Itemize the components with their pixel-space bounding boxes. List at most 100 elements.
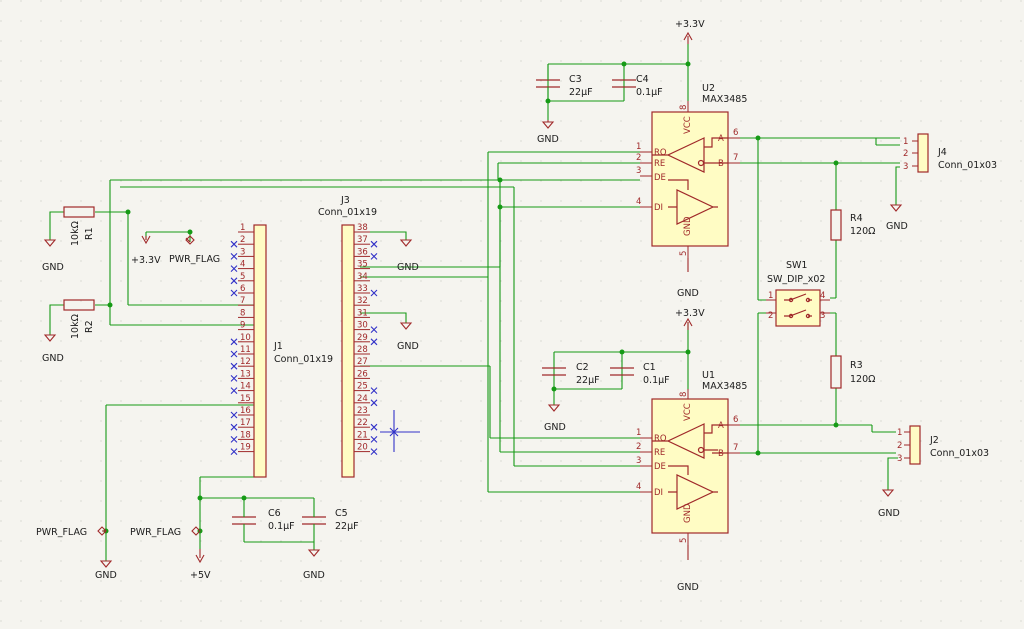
u2-pinnum-3: 3 [636, 166, 641, 176]
u2-pinnum-4: 4 [636, 197, 641, 207]
r2-ref: R2 [84, 320, 95, 333]
j1-pin-number: 3 [240, 247, 245, 257]
j3-pin-number: 29 [357, 333, 368, 343]
j1-pin-number: 5 [240, 272, 245, 282]
j2-ref: J2 [929, 435, 939, 446]
r3-value: 120Ω [850, 374, 875, 385]
j1-pin-number: 17 [240, 418, 251, 428]
j3-pin-number: 20 [357, 443, 368, 453]
j3-pin-number: 36 [357, 247, 368, 257]
svg-text:+3.3V: +3.3V [675, 19, 705, 30]
j3-pin-number: 31 [357, 308, 368, 318]
j1-pin-number: 10 [240, 333, 251, 343]
j3-pin-number: 33 [357, 284, 368, 294]
j3-pin-number: 30 [357, 321, 368, 331]
j1-pin-number: 14 [240, 382, 251, 392]
j4-pin-1: 1 [903, 137, 908, 147]
j3-pin-number: 38 [357, 223, 368, 233]
u1-pin-re: RE [654, 448, 665, 458]
u1-pin-ro: RO [654, 434, 667, 444]
j3-pin-number: 21 [357, 430, 368, 440]
j2-pin-3: 3 [897, 454, 902, 464]
svg-text:GND: GND [397, 262, 419, 273]
svg-text:GND: GND [42, 262, 64, 273]
c4-value: 0.1µF [636, 87, 663, 98]
u2-pin-re: RE [654, 159, 665, 169]
u1-pin-de: DE [654, 462, 666, 472]
svg-text:PWR_FLAG: PWR_FLAG [130, 527, 181, 538]
j4-value: Conn_01x03 [938, 160, 997, 171]
j1-pin-number: 15 [240, 394, 251, 404]
c4-ref: C4 [636, 74, 649, 85]
u2-value: MAX3485 [702, 94, 747, 105]
j3-ref: J3 [340, 195, 350, 206]
r4-ref: R4 [850, 213, 863, 224]
schematic-sheet: U2 MAX3485 RO RE DE DI A B VCC GND 1 2 3… [0, 0, 1024, 629]
u1-pin-b: B [718, 449, 724, 459]
u1-pinnum-1: 1 [636, 428, 641, 438]
svg-text:+3.3V: +3.3V [675, 308, 705, 319]
j1-pin-number: 4 [240, 260, 245, 270]
c3-ref: C3 [569, 74, 582, 85]
u1-value: MAX3485 [702, 381, 747, 392]
u2-pin-di: DI [654, 203, 663, 213]
u1-pinnum-7: 7 [733, 443, 738, 453]
sw1-pin-1: 1 [768, 291, 773, 301]
u1-pin-di: DI [654, 488, 663, 498]
j1-pin-number: 13 [240, 369, 251, 379]
svg-text:+5V: +5V [190, 570, 211, 581]
u1-pinnum-4: 4 [636, 482, 641, 492]
c5-value: 22µF [335, 521, 359, 532]
u2-pin-vcc: VCC [683, 116, 693, 134]
c6-ref: C6 [268, 508, 281, 519]
j3-pin-number: 22 [357, 418, 368, 428]
c6-value: 0.1µF [268, 521, 295, 532]
j3-pin-number: 27 [357, 357, 368, 367]
r1-ref: R1 [84, 227, 95, 240]
j1-value: Conn_01x19 [274, 354, 333, 365]
c2-ref: C2 [576, 362, 589, 373]
j4-pin-2: 2 [903, 149, 908, 159]
sw1-pin-4: 4 [820, 291, 825, 301]
j1-pin-number: 2 [240, 235, 245, 245]
j1-pin-number: 8 [240, 308, 245, 318]
svg-text:GND: GND [397, 341, 419, 352]
svg-text:GND: GND [878, 508, 900, 519]
j3-value: Conn_01x19 [318, 207, 377, 218]
sw1-value: SW_DIP_x02 [767, 274, 825, 285]
j1-pin-number: 12 [240, 357, 251, 367]
r3-ref: R3 [850, 360, 863, 371]
u1-pinnum-2: 2 [636, 442, 641, 452]
j2-value: Conn_01x03 [930, 448, 989, 459]
u2-pinnum-1: 1 [636, 142, 641, 152]
sw1-pin-3: 3 [820, 311, 825, 321]
sw1-pin-2: 2 [768, 311, 773, 321]
u1-pinnum-5: 5 [679, 538, 689, 543]
j3-pin-number: 35 [357, 260, 368, 270]
j3-pin-number: 28 [357, 345, 368, 355]
u2-pinnum-7: 7 [733, 153, 738, 163]
u2-pin-b: B [718, 159, 724, 169]
j4-ref: J4 [937, 147, 947, 158]
svg-text:GND: GND [677, 582, 699, 593]
u1-pinnum-6: 6 [733, 415, 738, 425]
u1-ref: U1 [702, 370, 715, 381]
u2-pinnum-8: 8 [679, 105, 689, 110]
u2-pin-de: DE [654, 173, 666, 183]
j2-pin-2: 2 [897, 441, 902, 451]
u1-pinnum-8: 8 [679, 392, 689, 397]
j1-pin-number: 7 [240, 296, 245, 306]
u1-pin-a: A [718, 421, 724, 431]
u2-pinnum-5: 5 [679, 251, 689, 256]
svg-text:GND: GND [303, 570, 325, 581]
c1-value: 0.1µF [643, 375, 670, 386]
j3-pin-number: 32 [357, 296, 368, 306]
r1-value: 10kΩ [70, 221, 81, 246]
u2-pin-a: A [718, 134, 724, 144]
r2-value: 10kΩ [70, 314, 81, 339]
svg-text:GND: GND [95, 570, 117, 581]
svg-text:GND: GND [537, 134, 559, 145]
c3-value: 22µF [569, 87, 593, 98]
r4-value: 120Ω [850, 226, 875, 237]
c5-ref: C5 [335, 508, 348, 519]
